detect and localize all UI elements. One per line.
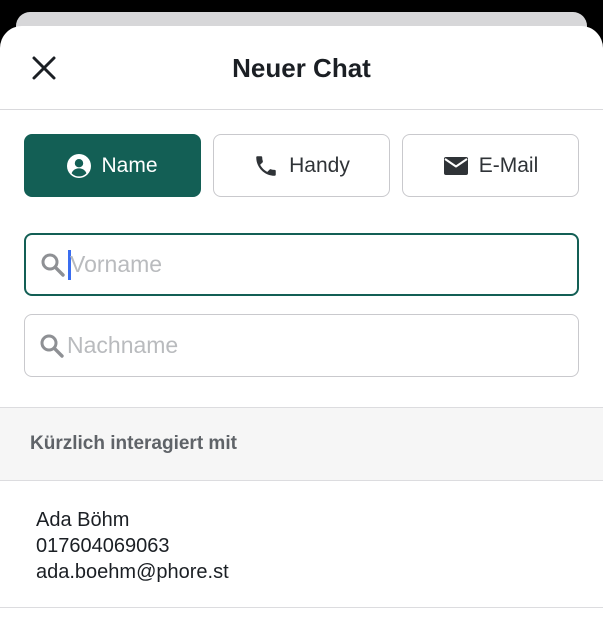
segment-email[interactable]: E-Mail xyxy=(402,134,579,197)
last-name-field[interactable] xyxy=(24,314,579,377)
sheet-header: Neuer Chat xyxy=(0,26,603,110)
first-name-input[interactable] xyxy=(70,244,530,285)
envelope-icon xyxy=(443,155,469,177)
segment-handy-label: Handy xyxy=(289,153,350,177)
contact-phone: 017604069063 xyxy=(36,535,170,557)
recent-contact-item[interactable]: Ada Böhm 017604069063 ada.boehm@phore.st xyxy=(0,481,603,608)
segment-email-label: E-Mail xyxy=(478,153,539,177)
segment-name[interactable]: Name xyxy=(24,134,201,197)
search-icon xyxy=(39,333,65,359)
phone-icon xyxy=(253,153,279,179)
contact-name: Ada Böhm xyxy=(36,509,130,531)
page-title: Neuer Chat xyxy=(232,53,371,83)
contact-email: ada.boehm@phore.st xyxy=(36,561,229,583)
segment-name-label: Name xyxy=(101,153,158,177)
search-icon xyxy=(40,252,66,278)
recent-section-header: Kürzlich interagiert mit xyxy=(0,407,603,481)
search-mode-segmented-control: Name Handy E-Mail xyxy=(24,134,579,197)
segment-handy[interactable]: Handy xyxy=(213,134,390,197)
last-name-input[interactable] xyxy=(67,325,527,366)
first-name-field[interactable] xyxy=(24,233,579,296)
person-circle-icon xyxy=(67,153,92,178)
new-chat-sheet: Neuer Chat Name Handy E-Mail Vorname Nac… xyxy=(0,26,603,640)
